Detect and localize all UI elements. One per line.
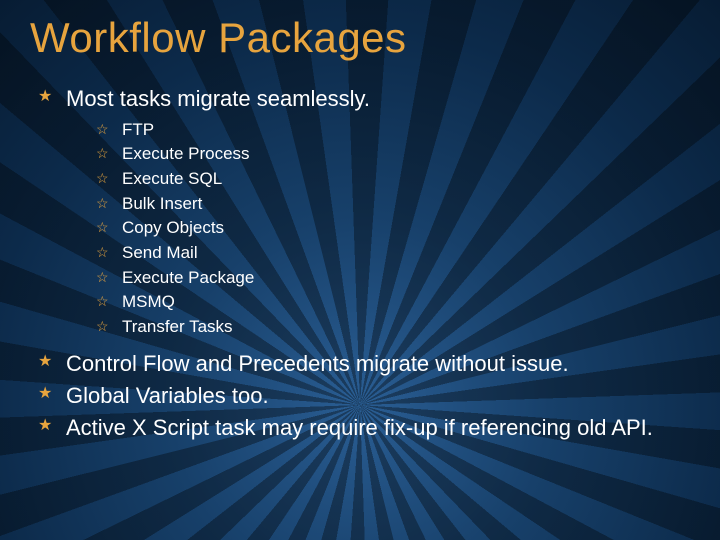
sub-list-item: Copy Objects xyxy=(96,216,690,241)
sub-list-item-label: FTP xyxy=(122,120,154,139)
list-item: Most tasks migrate seamlessly. FTP Execu… xyxy=(36,84,690,339)
sub-list-item: Transfer Tasks xyxy=(96,315,690,340)
list-item-label: Active X Script task may require fix-up … xyxy=(66,415,653,440)
list-item-label: Control Flow and Precedents migrate with… xyxy=(66,351,569,376)
sub-list-item-label: Bulk Insert xyxy=(122,194,202,213)
sub-list-item-label: Execute Process xyxy=(122,144,250,163)
sub-list-item-label: Send Mail xyxy=(122,243,198,262)
bullet-list: Most tasks migrate seamlessly. FTP Execu… xyxy=(30,84,690,443)
sub-list-item-label: Transfer Tasks xyxy=(122,317,233,336)
sub-list-item: Execute Package xyxy=(96,266,690,291)
list-item: Global Variables too. xyxy=(36,381,690,411)
sub-list-item: Bulk Insert xyxy=(96,192,690,217)
sub-list-item-label: MSMQ xyxy=(122,292,175,311)
sub-list-item: Send Mail xyxy=(96,241,690,266)
sub-list-item: MSMQ xyxy=(96,290,690,315)
sub-list-item-label: Execute SQL xyxy=(122,169,222,188)
sub-list-item: FTP xyxy=(96,118,690,143)
sub-list: FTP Execute Process Execute SQL Bulk Ins… xyxy=(66,118,690,340)
list-item: Control Flow and Precedents migrate with… xyxy=(36,349,690,379)
sub-list-item: Execute Process xyxy=(96,142,690,167)
sub-list-item-label: Execute Package xyxy=(122,268,254,287)
sub-list-item: Execute SQL xyxy=(96,167,690,192)
sub-list-item-label: Copy Objects xyxy=(122,218,224,237)
list-item: Active X Script task may require fix-up … xyxy=(36,413,690,443)
list-item-label: Global Variables too. xyxy=(66,383,269,408)
slide-title: Workflow Packages xyxy=(30,14,690,62)
list-item-label: Most tasks migrate seamlessly. xyxy=(66,86,370,111)
slide: Workflow Packages Most tasks migrate sea… xyxy=(0,0,720,540)
